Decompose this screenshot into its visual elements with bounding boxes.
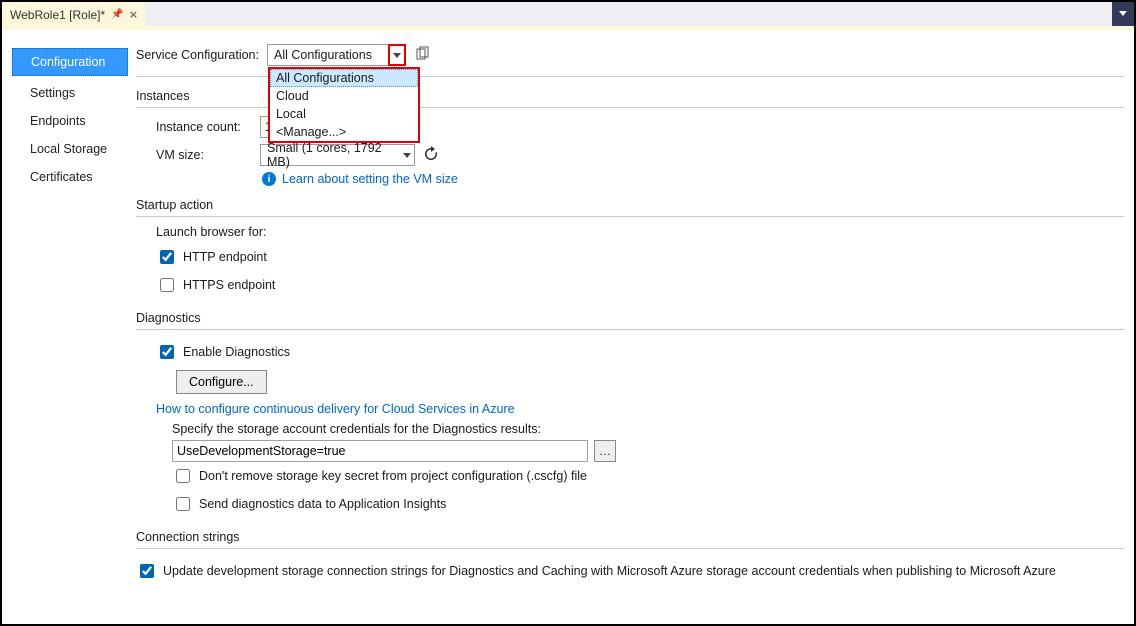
service-config-value: All Configurations [268, 48, 388, 62]
sidebar-nav: Configuration Settings Endpoints Local S… [2, 30, 136, 624]
http-endpoint-input[interactable] [160, 250, 174, 264]
vm-size-learn-link[interactable]: Learn about setting the VM size [282, 172, 458, 186]
sidebar-item-label: Local Storage [30, 142, 107, 156]
document-tab[interactable]: WebRole1 [Role]* 📌 × [2, 2, 145, 26]
sidebar-item-label: Certificates [30, 170, 93, 184]
sidebar-item-endpoints[interactable]: Endpoints [2, 107, 136, 135]
info-icon: i [262, 172, 276, 186]
copy-config-icon[interactable] [414, 46, 430, 65]
connection-strings-title: Connection strings [136, 530, 1124, 544]
http-endpoint-checkbox[interactable]: HTTP endpoint [156, 247, 267, 267]
enable-diagnostics-input[interactable] [160, 345, 174, 359]
pin-icon[interactable]: 📌 [111, 9, 123, 20]
refresh-icon[interactable] [423, 146, 439, 165]
startup-title: Startup action [136, 198, 1124, 212]
chevron-down-icon [393, 53, 401, 58]
vm-size-label: VM size: [156, 148, 252, 162]
continuous-delivery-link[interactable]: How to configure continuous delivery for… [156, 402, 515, 416]
launch-browser-label: Launch browser for: [156, 225, 1124, 239]
send-ai-text: Send diagnostics data to Application Ins… [199, 497, 446, 511]
service-config-dropdown: All Configurations Cloud Local <Manage..… [268, 67, 420, 143]
separator [136, 329, 1124, 330]
dont-remove-key-checkbox[interactable]: Don't remove storage key secret from pro… [172, 466, 587, 486]
close-icon[interactable]: × [130, 7, 138, 22]
dropdown-toggle[interactable] [388, 44, 406, 66]
dropdown-option[interactable]: All Configurations [270, 69, 418, 87]
service-config-label: Service Configuration: [136, 48, 259, 62]
instance-count-label: Instance count: [156, 120, 252, 134]
tab-overflow-button[interactable] [1112, 2, 1134, 26]
dont-remove-key-text: Don't remove storage key secret from pro… [199, 469, 587, 483]
vm-size-value: Small (1 cores, 1792 MB) [261, 141, 400, 169]
chevron-down-icon [1119, 11, 1127, 16]
separator [136, 216, 1124, 217]
document-tab-bar: WebRole1 [Role]* 📌 × [2, 2, 1134, 26]
https-endpoint-text: HTTPS endpoint [183, 278, 275, 292]
dropdown-option[interactable]: Local [270, 105, 418, 123]
dont-remove-key-input[interactable] [176, 469, 190, 483]
sidebar-item-label: Configuration [31, 55, 105, 69]
vm-size-combo[interactable]: Small (1 cores, 1792 MB) [260, 144, 415, 166]
sidebar-item-label: Settings [30, 86, 75, 100]
sidebar-item-local-storage[interactable]: Local Storage [2, 135, 136, 163]
enable-diagnostics-text: Enable Diagnostics [183, 345, 290, 359]
send-ai-checkbox[interactable]: Send diagnostics data to Application Ins… [172, 494, 446, 514]
update-connection-strings-text: Update development storage connection st… [163, 564, 1056, 578]
storage-browse-button[interactable]: … [594, 440, 616, 462]
https-endpoint-checkbox[interactable]: HTTPS endpoint [156, 275, 275, 295]
content-panel: Service Configuration: All Configuration… [136, 30, 1134, 624]
separator [136, 548, 1124, 549]
document-tab-title: WebRole1 [Role]* [10, 8, 105, 22]
update-connection-strings-input[interactable] [140, 564, 154, 578]
sidebar-item-settings[interactable]: Settings [2, 79, 136, 107]
dropdown-option[interactable]: Cloud [270, 87, 418, 105]
storage-credentials-label: Specify the storage account credentials … [172, 422, 1124, 436]
enable-diagnostics-checkbox[interactable]: Enable Diagnostics [156, 342, 290, 362]
storage-credentials-input[interactable] [172, 440, 588, 462]
sidebar-item-label: Endpoints [30, 114, 86, 128]
update-connection-strings-checkbox[interactable]: Update development storage connection st… [136, 561, 1056, 581]
dropdown-option[interactable]: <Manage...> [270, 123, 418, 141]
send-ai-input[interactable] [176, 497, 190, 511]
chevron-down-icon [403, 153, 411, 158]
dropdown-toggle[interactable] [400, 145, 414, 165]
sidebar-item-configuration[interactable]: Configuration [12, 48, 128, 76]
service-config-combo[interactable]: All Configurations All Configurations Cl… [267, 44, 406, 66]
https-endpoint-input[interactable] [160, 278, 174, 292]
configure-button[interactable]: Configure... [176, 370, 267, 394]
diagnostics-title: Diagnostics [136, 311, 1124, 325]
sidebar-item-certificates[interactable]: Certificates [2, 163, 136, 191]
http-endpoint-text: HTTP endpoint [183, 250, 267, 264]
